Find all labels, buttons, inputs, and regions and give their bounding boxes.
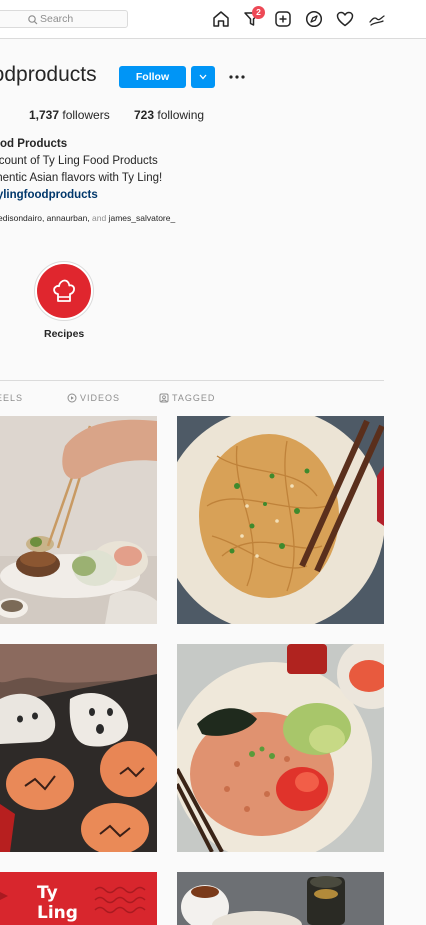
svg-text:Ling: Ling — [37, 903, 78, 923]
video-icon — [67, 393, 77, 403]
post-thumbnail[interactable] — [0, 416, 157, 624]
following-stat[interactable]: 723 following — [134, 108, 204, 122]
follow-button[interactable]: Follow — [119, 66, 186, 88]
tagged-icon — [159, 393, 169, 403]
search-input[interactable]: Search — [0, 10, 128, 28]
home-icon[interactable] — [211, 9, 231, 29]
more-options-icon[interactable] — [228, 73, 246, 81]
chevron-down-icon — [199, 74, 207, 80]
post-thumbnail[interactable] — [177, 644, 384, 852]
tab-reels[interactable]: EELS — [0, 393, 23, 403]
following-count: 723 — [134, 108, 155, 122]
tab-videos[interactable]: VIDEOS — [67, 393, 120, 403]
spring-rolls-image — [0, 416, 157, 624]
post-thumbnail[interactable] — [0, 644, 157, 852]
halloween-rice-image — [0, 644, 157, 852]
new-post-icon[interactable] — [273, 9, 293, 29]
suggestions-dropdown-button[interactable] — [191, 66, 215, 88]
chef-hat-icon — [53, 279, 75, 302]
followers-count: 1,737 — [29, 108, 60, 122]
followed-by-and: and — [89, 213, 109, 223]
followers-label: followers — [59, 108, 110, 122]
profile-icon[interactable] — [367, 9, 387, 29]
bio-line-2: thentic Asian flavors with Ty Ling! — [0, 172, 163, 184]
search-icon — [28, 15, 38, 25]
followed-by[interactable]: edisondairo, annaurban, and james_salvat… — [0, 213, 175, 223]
highlight-label: Recipes — [44, 328, 85, 340]
tab-label-videos: VIDEOS — [80, 393, 121, 403]
bio-line-1: ccount of Ty Ling Food Products — [0, 155, 158, 167]
post-thumbnail[interactable] — [177, 416, 384, 624]
tab-label-tagged: TAGGED — [172, 393, 216, 403]
post-thumbnail[interactable]: Ty Ling — [0, 872, 157, 925]
kimchi-rice-image — [177, 644, 384, 852]
tab-label-reels: EELS — [0, 393, 24, 403]
top-navigation-bar: Search 2 — [0, 0, 426, 39]
bio-full-name: ood Products — [0, 138, 68, 150]
following-label: following — [154, 108, 205, 122]
tab-tagged[interactable]: TAGGED — [159, 393, 215, 403]
notification-badge: 2 — [252, 6, 265, 19]
followers-stat[interactable]: 1,737 followers — [29, 108, 110, 122]
bio-hashtag-link[interactable]: tylingfoodproducts — [0, 189, 98, 201]
noodles-image — [177, 416, 384, 624]
followed-by-users: edisondairo, annaurban, — [0, 213, 90, 223]
profile-username: oodproducts — [0, 63, 97, 86]
post-thumbnail[interactable] — [177, 872, 384, 925]
search-placeholder: Search — [40, 13, 74, 25]
explore-icon[interactable] — [304, 9, 324, 29]
highlight-recipes[interactable] — [37, 264, 91, 318]
followed-by-last-user: james_salvatore_ — [108, 213, 176, 223]
sauce-jars-image — [177, 872, 384, 925]
ty-ling-logo-image: Ty Ling — [0, 872, 157, 925]
logo-text: Ty — [37, 883, 58, 903]
tabs-divider — [0, 380, 384, 381]
heart-icon[interactable] — [335, 9, 355, 29]
